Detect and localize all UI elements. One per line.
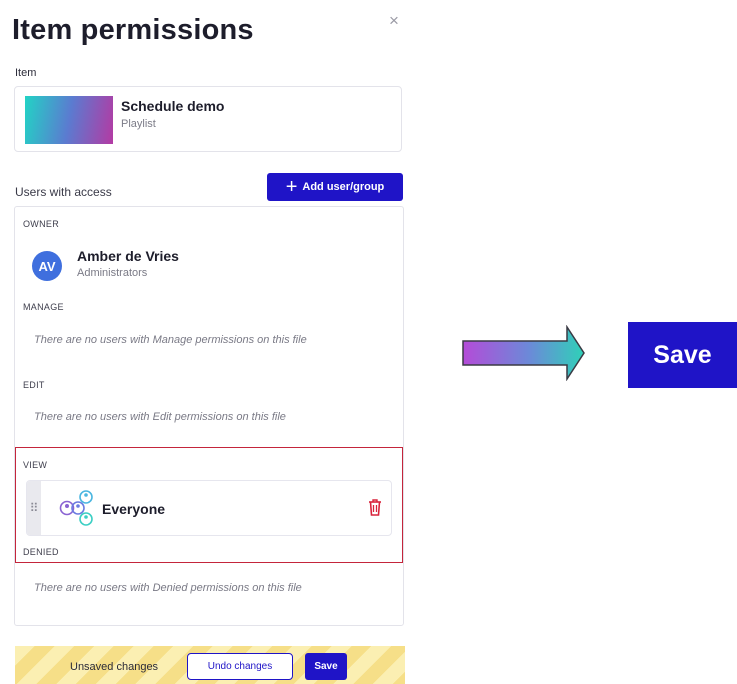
drag-handle-icon[interactable]: ⠿ (27, 481, 41, 535)
close-icon[interactable]: × (389, 11, 399, 31)
unsaved-changes-text: Unsaved changes (70, 661, 159, 673)
group-name: Everyone (102, 501, 166, 517)
dialog-title: Item permissions (12, 14, 254, 46)
item-type: Playlist (121, 118, 156, 130)
users-with-access-label: Users with access (15, 185, 112, 199)
section-label-edit: EDIT (23, 380, 45, 390)
undo-changes-button[interactable]: Undo changes (187, 653, 293, 680)
section-label-manage: MANAGE (23, 302, 64, 312)
section-label-owner: OWNER (23, 219, 59, 229)
denied-empty-text: There are no users with Denied permissio… (34, 582, 302, 594)
section-label-denied: DENIED (23, 547, 59, 557)
item-thumbnail (25, 96, 113, 144)
add-user-group-label: Add user/group (302, 181, 385, 193)
plus-icon: + (285, 176, 298, 198)
edit-empty-text: There are no users with Edit permissions… (34, 411, 286, 423)
save-button[interactable]: Save (305, 653, 347, 680)
item-label: Item (15, 67, 37, 79)
item-permissions-dialog: Item permissions × Item Schedule demo Pl… (0, 0, 420, 684)
owner-name: Amber de Vries (77, 248, 179, 264)
arrow-right-icon (462, 325, 585, 381)
section-label-view: VIEW (23, 460, 48, 470)
manage-empty-text: There are no users with Manage permissio… (34, 334, 307, 346)
item-card: Schedule demo Playlist (14, 86, 402, 152)
add-user-group-button[interactable]: + Add user/group (267, 173, 403, 201)
avatar: AV (32, 251, 62, 281)
trash-icon[interactable] (367, 497, 383, 517)
save-button-enlarged[interactable]: Save (628, 322, 737, 388)
owner-role: Administrators (77, 267, 148, 279)
item-name: Schedule demo (121, 98, 225, 114)
group-icon (59, 490, 93, 526)
view-list-item[interactable]: ⠿ Everyone (26, 480, 392, 536)
